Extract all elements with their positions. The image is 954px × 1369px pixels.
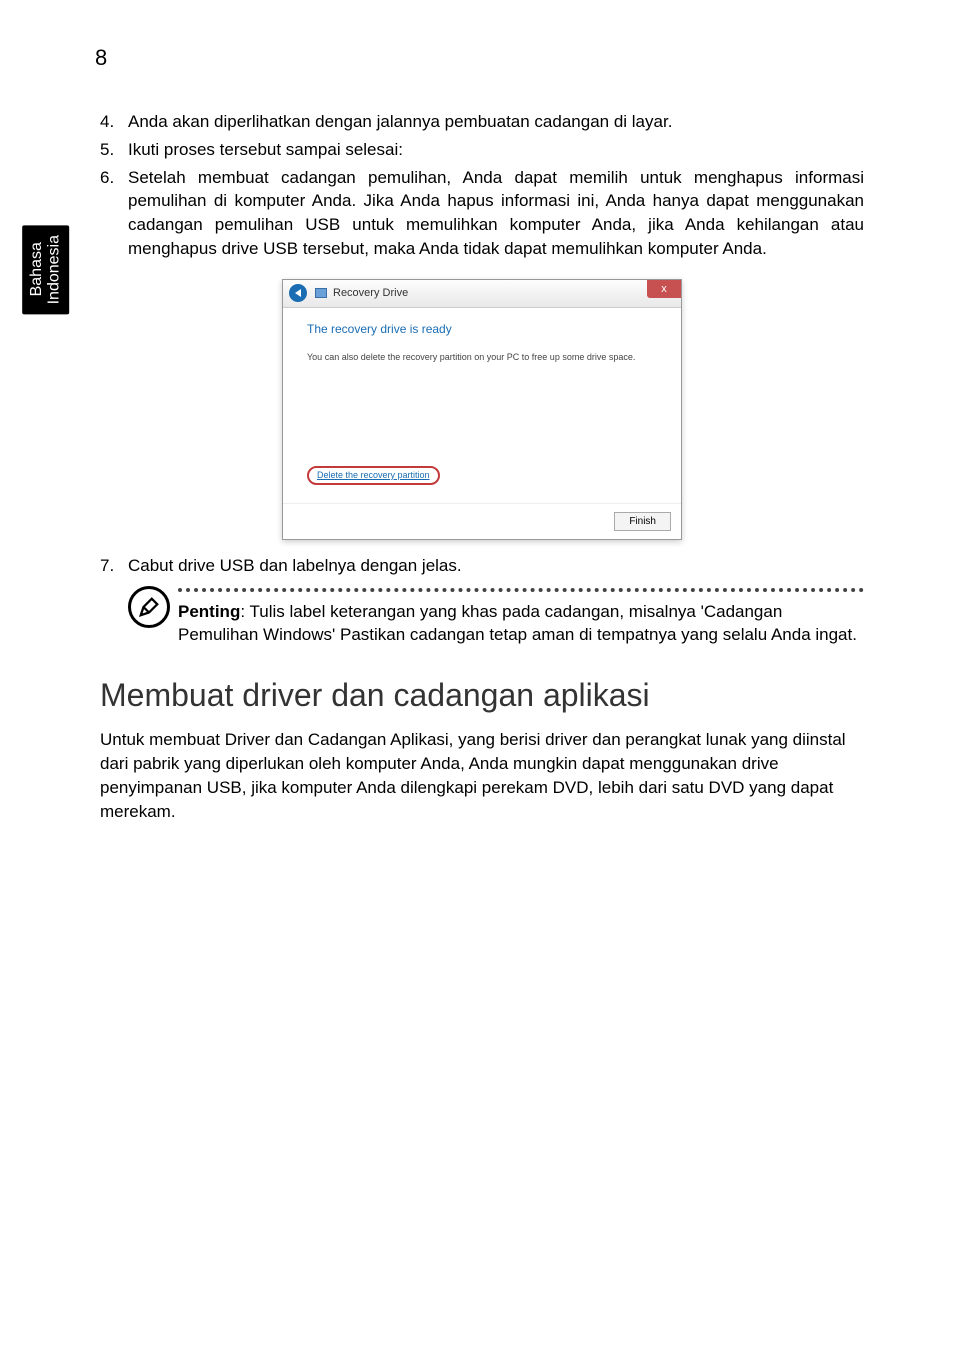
section-heading: Membuat driver dan cadangan aplikasi <box>100 677 864 714</box>
pen-icon <box>128 586 170 628</box>
note-label: Penting <box>178 602 240 621</box>
dialog-titlebar: Recovery Drive x <box>283 280 681 308</box>
language-tab-line1: Bahasa <box>28 243 45 297</box>
note-content: : Tulis label keterangan yang khas pada … <box>178 602 857 645</box>
list-number: 5. <box>100 138 128 162</box>
note-body: Penting: Tulis label keterangan yang kha… <box>178 588 864 648</box>
dialog-footer: Finish <box>283 503 681 539</box>
important-note: Penting: Tulis label keterangan yang kha… <box>128 588 864 648</box>
dialog-title: Recovery Drive <box>333 287 408 299</box>
main-content: 4. Anda akan diperlihatkan dengan jalann… <box>100 110 864 823</box>
list-number: 6. <box>100 166 128 190</box>
list-text: Setelah membuat cadangan pemulihan, Anda… <box>128 166 864 261</box>
dialog-body-text: You can also delete the recovery partiti… <box>307 352 657 362</box>
finish-button[interactable]: Finish <box>614 512 671 531</box>
list-text: Cabut drive USB dan labelnya dengan jela… <box>128 554 864 578</box>
back-icon[interactable] <box>289 284 307 302</box>
numbered-list: 4. Anda akan diperlihatkan dengan jalann… <box>100 110 864 261</box>
page-number: 8 <box>95 45 107 71</box>
list-text: Ikuti proses tersebut sampai selesai: <box>128 138 864 162</box>
dialog-body: The recovery drive is ready You can also… <box>283 308 681 503</box>
note-divider <box>178 588 864 592</box>
numbered-list-continued: 7. Cabut drive USB dan labelnya dengan j… <box>100 554 864 578</box>
language-tab-line2: Indonesia <box>46 235 63 304</box>
list-item: 7. Cabut drive USB dan labelnya dengan j… <box>100 554 864 578</box>
highlighted-link-callout: Delete the recovery partition <box>307 466 440 485</box>
list-number: 4. <box>100 110 128 134</box>
list-item: 5. Ikuti proses tersebut sampai selesai: <box>100 138 864 162</box>
list-item: 4. Anda akan diperlihatkan dengan jalann… <box>100 110 864 134</box>
dialog-heading: The recovery drive is ready <box>307 322 657 336</box>
list-text: Anda akan diperlihatkan dengan jalannya … <box>128 110 864 134</box>
list-item: 6. Setelah membuat cadangan pemulihan, A… <box>100 166 864 261</box>
list-number: 7. <box>100 554 128 578</box>
drive-icon <box>315 288 327 298</box>
language-tab: Bahasa Indonesia <box>22 225 69 314</box>
section-paragraph: Untuk membuat Driver dan Cadangan Aplika… <box>100 728 864 823</box>
close-button[interactable]: x <box>647 280 681 298</box>
delete-partition-link[interactable]: Delete the recovery partition <box>317 470 430 480</box>
recovery-drive-dialog: Recovery Drive x The recovery drive is r… <box>282 279 682 540</box>
note-text: Penting: Tulis label keterangan yang kha… <box>178 600 864 648</box>
